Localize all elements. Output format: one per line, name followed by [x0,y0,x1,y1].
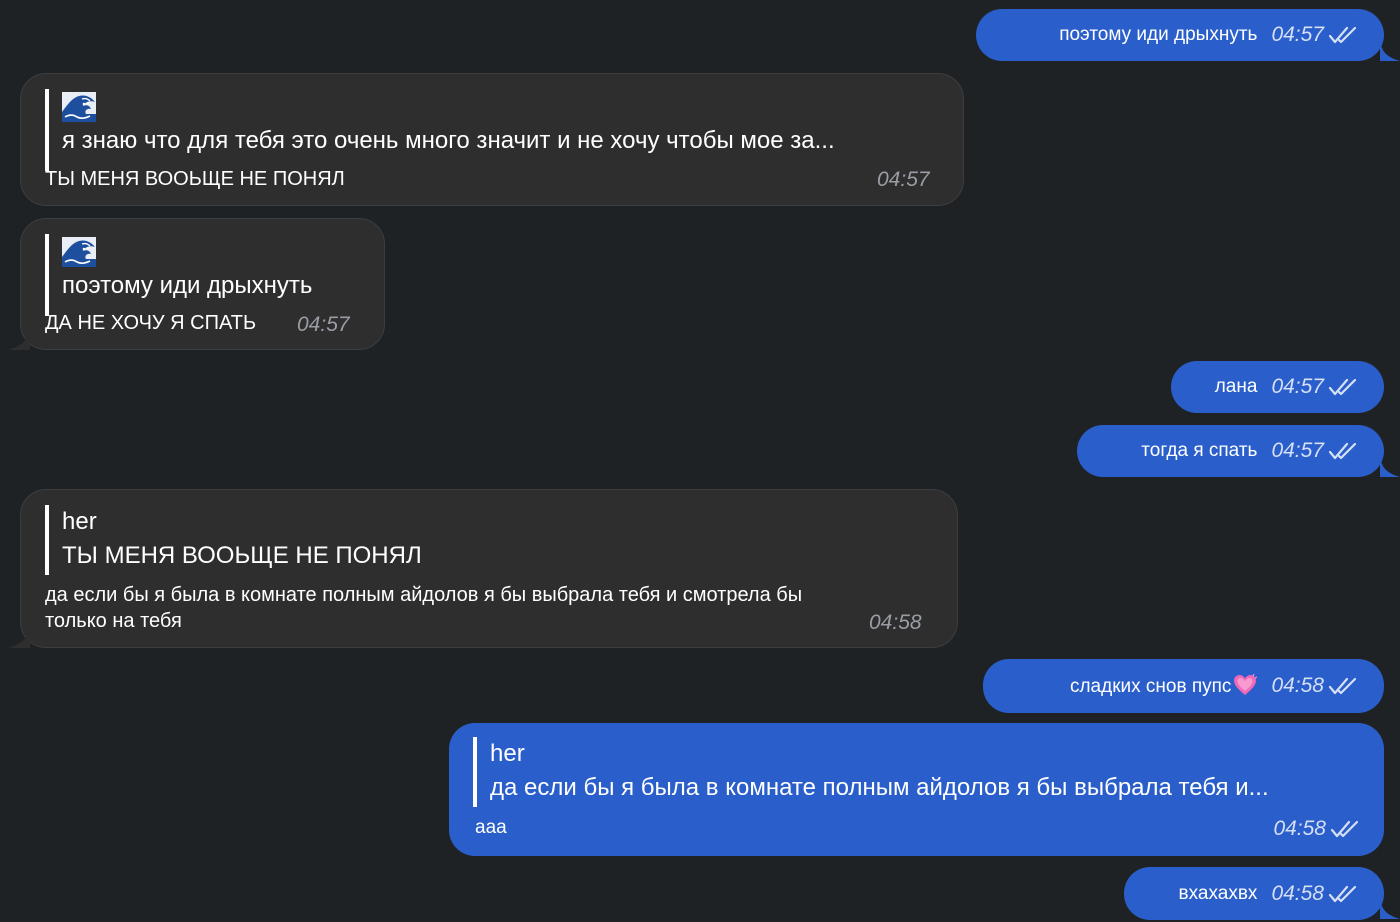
bubble-tail-icon [1380,40,1400,62]
incoming-message[interactable]: я знаю что для тебя это очень много знач… [20,73,964,206]
bubble-tail-icon [8,328,30,350]
message-time: 04:57 [877,168,930,191]
reply-quote-text: да если бы я была в комнате полным айдол… [490,774,1269,801]
message-text: ааа [475,817,507,838]
message-time: 04:57 [297,313,350,336]
outgoing-message[interactable]: тогда я спать 04:57 [1077,425,1384,477]
incoming-message[interactable]: her ТЫ МЕНЯ ВООЬЩЕ НЕ ПОНЯЛ да если бы я… [20,489,958,648]
reply-quote[interactable]: я знаю что для тебя это очень много знач… [45,89,945,171]
message-text: ДА НЕ ХОЧУ Я СПАТЬ [45,312,257,334]
read-double-check-icon [1330,819,1360,839]
message-time: 04:58 [1273,817,1326,840]
message-text: сладких снов пупс [1070,674,1257,698]
reply-quote-text: поэтому иди дрыхнуть [62,272,313,299]
message-time: 04:58 [1271,674,1324,697]
read-double-check-icon [1328,676,1358,696]
message-text: ТЫ МЕНЯ ВООЬЩЕ НЕ ПОНЯЛ [45,168,345,190]
bubble-tail-icon [1380,456,1400,478]
reply-quote-text: ТЫ МЕНЯ ВООЬЩЕ НЕ ПОНЯЛ [62,542,422,569]
reply-quote[interactable]: her ТЫ МЕНЯ ВООЬЩЕ НЕ ПОНЯЛ [45,505,935,575]
bubble-tail-icon [1380,898,1400,920]
message-time: 04:57 [1271,439,1324,462]
wave-emoji-icon [62,237,96,267]
message-text: вхахахвх [1178,882,1258,904]
message-text: тогда я спать [1141,440,1258,461]
message-text: лана [1214,376,1258,397]
read-double-check-icon [1328,377,1358,397]
outgoing-message[interactable]: сладких снов пупс 04:58 [983,659,1384,713]
pink-heart-emoji-icon [1233,674,1257,696]
chat-history: поэтому иди дрыхнуть 04:57 я знаю что дл… [0,0,1400,922]
message-text-line: только на тебя [45,610,182,632]
wave-emoji-icon [62,92,96,122]
outgoing-message[interactable]: her да если бы я была в комнате полным а… [449,723,1384,856]
read-double-check-icon [1328,884,1358,904]
outgoing-message[interactable]: вхахахвх 04:58 [1124,867,1384,920]
message-text-content: сладких снов пупс [1069,676,1232,697]
message-meta: 04:58 [1273,817,1360,841]
message-text: поэтому иди дрыхнуть [1059,24,1258,45]
message-time: 04:57 [1271,23,1324,46]
outgoing-message[interactable]: поэтому иди дрыхнуть 04:57 [976,9,1384,61]
message-text-line: да если бы я была в комнате полным айдол… [45,584,803,606]
read-double-check-icon [1328,25,1358,45]
reply-quote-text: я знаю что для тебя это очень много знач… [62,127,835,154]
message-time: 04:58 [1271,881,1324,905]
reply-quote-author: her [62,508,97,535]
reply-quote[interactable]: поэтому иди дрыхнуть [45,234,365,316]
reply-quote-author: her [490,740,525,767]
message-time: 04:57 [1271,375,1324,398]
bubble-tail-icon [8,626,30,648]
incoming-message[interactable]: поэтому иди дрыхнуть ДА НЕ ХОЧУ Я СПАТЬ … [20,218,385,350]
outgoing-message[interactable]: лана 04:57 [1171,361,1384,413]
read-double-check-icon [1328,441,1358,461]
message-time: 04:58 [869,611,922,634]
reply-quote[interactable]: her да если бы я была в комнате полным а… [473,737,1363,807]
